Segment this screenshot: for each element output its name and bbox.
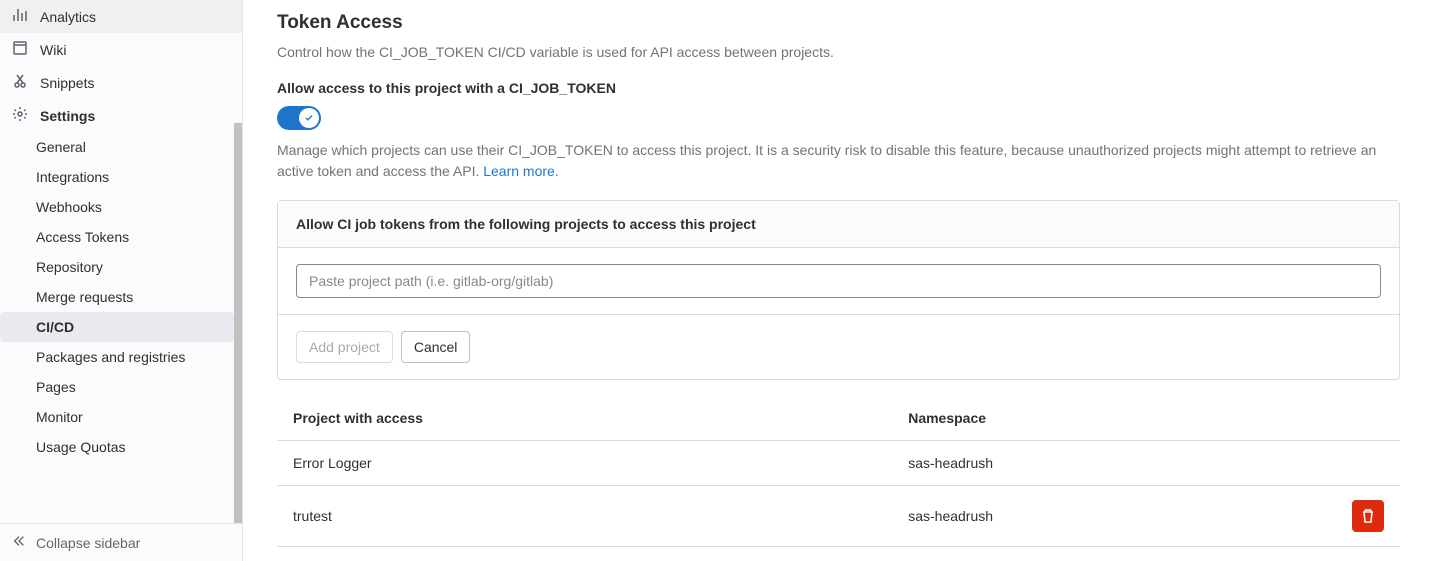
sidebar-item-wiki[interactable]: Wiki xyxy=(0,33,242,66)
sidebar-sub-integrations[interactable]: Integrations xyxy=(0,162,242,192)
sidebar-item-label: Snippets xyxy=(40,75,94,91)
page-subtitle: Control how the CI_JOB_TOKEN CI/CD varia… xyxy=(277,44,1400,60)
sidebar-scrollbar[interactable] xyxy=(234,123,242,523)
sidebar-sub-repository[interactable]: Repository xyxy=(0,252,242,282)
sidebar-sub-general[interactable]: General xyxy=(0,132,242,162)
sidebar-item-analytics[interactable]: Analytics xyxy=(0,0,242,33)
sidebar-sub-packages[interactable]: Packages and registries xyxy=(0,342,242,372)
col-project-header: Project with access xyxy=(277,396,892,441)
actions-cell xyxy=(1336,441,1400,486)
sidebar-item-label: Settings xyxy=(40,108,95,124)
col-namespace-header: Namespace xyxy=(892,396,1336,441)
project-cell: trutest xyxy=(277,486,892,547)
panel-header: Allow CI job tokens from the following p… xyxy=(278,201,1399,248)
snippets-icon xyxy=(12,73,28,92)
sidebar-sub-access-tokens[interactable]: Access Tokens xyxy=(0,222,242,252)
project-path-input[interactable] xyxy=(296,264,1381,298)
table-row: trutestsas-headrush xyxy=(277,486,1400,547)
add-project-button[interactable]: Add project xyxy=(296,331,393,363)
sidebar-sub-webhooks[interactable]: Webhooks xyxy=(0,192,242,222)
allowlist-panel: Allow CI job tokens from the following p… xyxy=(277,200,1400,380)
sidebar-item-label: Wiki xyxy=(40,42,66,58)
wiki-icon xyxy=(12,40,28,59)
learn-more-link[interactable]: Learn more. xyxy=(483,163,558,179)
sidebar-sub-cicd[interactable]: CI/CD xyxy=(0,312,234,342)
sidebar-sub-usage-quotas[interactable]: Usage Quotas xyxy=(0,432,242,462)
namespace-cell: sas-headrush xyxy=(892,441,1336,486)
toggle-knob xyxy=(299,108,319,128)
sidebar-item-settings[interactable]: Settings xyxy=(0,99,242,132)
table-row: Error Loggersas-headrush xyxy=(277,441,1400,486)
settings-icon xyxy=(12,106,28,125)
cancel-button[interactable]: Cancel xyxy=(401,331,471,363)
main-content: Token Access Control how the CI_JOB_TOKE… xyxy=(243,0,1434,561)
delete-project-button[interactable] xyxy=(1352,500,1384,532)
chevrons-left-icon xyxy=(12,534,26,551)
collapse-sidebar-label: Collapse sidebar xyxy=(36,535,140,551)
toggle-label: Allow access to this project with a CI_J… xyxy=(277,80,1400,96)
sidebar-sub-merge-requests[interactable]: Merge requests xyxy=(0,282,242,312)
access-table: Project with access Namespace Error Logg… xyxy=(277,396,1400,547)
namespace-cell: sas-headrush xyxy=(892,486,1336,547)
analytics-icon xyxy=(12,7,28,26)
actions-cell xyxy=(1336,486,1400,547)
sidebar-item-label: Analytics xyxy=(40,9,96,25)
allow-access-toggle[interactable] xyxy=(277,106,321,130)
project-cell: Error Logger xyxy=(277,441,892,486)
page-title: Token Access xyxy=(277,12,1400,34)
sidebar-sub-pages[interactable]: Pages xyxy=(0,372,242,402)
toggle-description: Manage which projects can use their CI_J… xyxy=(277,140,1400,182)
collapse-sidebar-button[interactable]: Collapse sidebar xyxy=(0,523,242,561)
sidebar-item-snippets[interactable]: Snippets xyxy=(0,66,242,99)
sidebar: Analytics Wiki Snippets Settings GeneralInt… xyxy=(0,0,243,561)
sidebar-sub-monitor[interactable]: Monitor xyxy=(0,402,242,432)
